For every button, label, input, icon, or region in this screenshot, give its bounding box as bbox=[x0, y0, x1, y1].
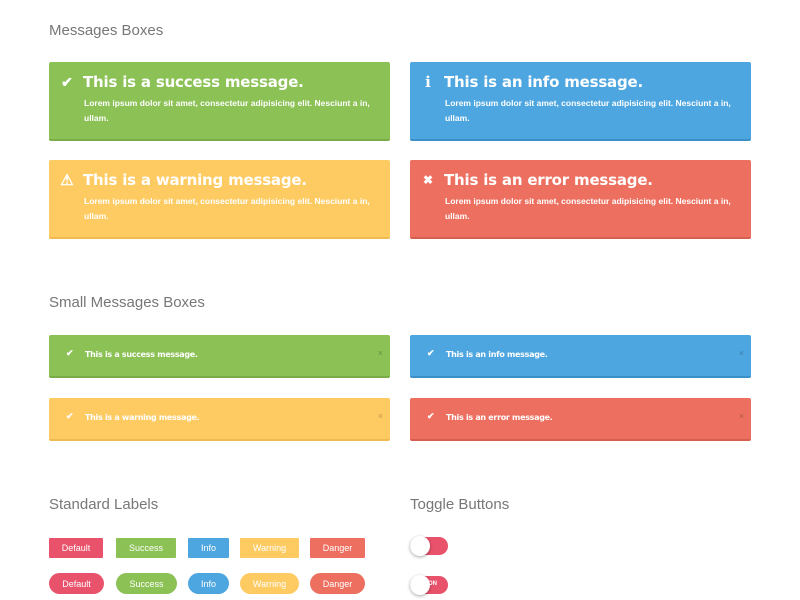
small-message-text: This is a warning message. bbox=[85, 413, 200, 422]
toggle-switch-off[interactable] bbox=[410, 536, 448, 556]
close-icon[interactable]: × bbox=[739, 411, 744, 421]
check-icon: ✔ bbox=[427, 411, 435, 421]
small-info-message: ✔ This is an info message. × bbox=[410, 335, 751, 378]
pill-label-info: Info bbox=[188, 573, 229, 594]
message-body: Lorem ipsum dolor sit amet, consectetur … bbox=[445, 98, 731, 123]
labels-section-title: Standard Labels bbox=[49, 496, 159, 513]
check-icon: ✔ bbox=[427, 348, 435, 358]
message-body: Lorem ipsum dolor sit amet, consectetur … bbox=[84, 196, 370, 221]
message-title: This is a warning message. bbox=[83, 171, 307, 189]
toggles-section-title: Toggle Buttons bbox=[410, 496, 510, 513]
check-icon: ✔ bbox=[61, 73, 73, 90]
warning-icon: ⚠ bbox=[60, 172, 74, 189]
check-icon: ✔ bbox=[66, 411, 74, 421]
pill-label-default: Default bbox=[49, 573, 104, 594]
small-warning-message: ✔ This is a warning message. × bbox=[49, 398, 390, 441]
label-default: Default bbox=[49, 538, 103, 558]
label-info: Info bbox=[188, 538, 229, 558]
small-message-text: This is an error message. bbox=[446, 413, 553, 422]
info-message-box: i This is an info message. Lorem ipsum d… bbox=[410, 62, 751, 141]
small-message-text: This is an info message. bbox=[446, 350, 548, 359]
close-icon[interactable]: × bbox=[739, 348, 744, 358]
pill-label-warning: Warning bbox=[240, 573, 299, 594]
success-message-box: ✔ This is a success message. Lorem ipsum… bbox=[49, 62, 390, 141]
small-success-message: ✔ This is a success message. × bbox=[49, 335, 390, 378]
toggle-knob bbox=[410, 536, 430, 556]
label-warning: Warning bbox=[240, 538, 299, 558]
error-message-box: ✖ This is an error message. Lorem ipsum … bbox=[410, 160, 751, 239]
close-icon[interactable]: × bbox=[378, 411, 383, 421]
label-success: Success bbox=[116, 538, 176, 558]
small-message-text: This is a success message. bbox=[85, 350, 198, 359]
close-icon[interactable]: × bbox=[378, 348, 383, 358]
toggle-on-label: ON bbox=[428, 581, 437, 587]
message-title: This is an error message. bbox=[444, 171, 653, 189]
small-error-message: ✔ This is an error message. × bbox=[410, 398, 751, 441]
toggle-knob bbox=[410, 575, 430, 595]
close-icon: ✖ bbox=[422, 173, 434, 187]
message-body: Lorem ipsum dolor sit amet, consectetur … bbox=[445, 196, 731, 221]
info-icon: i bbox=[425, 73, 431, 91]
label-danger: Danger bbox=[310, 538, 365, 558]
message-title: This is an info message. bbox=[444, 73, 643, 91]
toggle-switch-on[interactable]: ON bbox=[410, 575, 448, 595]
message-title: This is a success message. bbox=[83, 73, 304, 91]
warning-message-box: ⚠ This is a warning message. Lorem ipsum… bbox=[49, 160, 390, 239]
messages-section-title: Messages Boxes bbox=[49, 22, 164, 39]
check-icon: ✔ bbox=[66, 348, 74, 358]
small-messages-section-title: Small Messages Boxes bbox=[49, 294, 205, 311]
message-body: Lorem ipsum dolor sit amet, consectetur … bbox=[84, 98, 370, 123]
pill-label-danger: Danger bbox=[310, 573, 365, 594]
pill-label-success: Success bbox=[116, 573, 177, 594]
